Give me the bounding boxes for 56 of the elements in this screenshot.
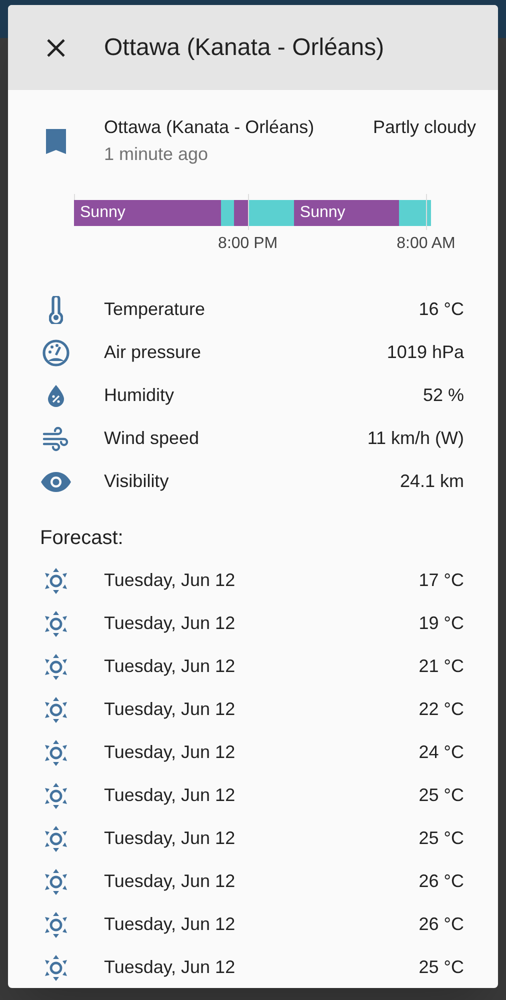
attribute-label: Visibility	[104, 470, 170, 493]
sun-icon	[44, 696, 68, 722]
eye-icon	[41, 472, 71, 492]
segment-label: Sunny	[80, 203, 126, 223]
dialog-title: Ottawa (Kanata - Orléans)	[104, 32, 384, 62]
attribute-value: 11 km/h (W)	[367, 427, 464, 450]
forecast-temperature: 25 °C	[418, 784, 464, 807]
water-drop-icon	[48, 384, 64, 406]
forecast-temperature: 26 °C	[418, 913, 464, 936]
forecast-temperature: 25 °C	[418, 956, 464, 979]
axis-label: 8:00 AM	[396, 234, 456, 254]
sun-icon	[44, 610, 68, 636]
forecast-temperature: 25 °C	[418, 827, 464, 850]
forecast-date: Tuesday, Jun 12	[104, 569, 236, 592]
attribute-label: Air pressure	[104, 341, 202, 364]
forecast-date: Tuesday, Jun 12	[104, 956, 236, 979]
forecast-date: Tuesday, Jun 12	[104, 913, 236, 936]
sun-icon	[44, 782, 68, 808]
forecast-date: Tuesday, Jun 12	[104, 612, 236, 635]
forecast-temperature: 24 °C	[418, 741, 464, 764]
location-name: Ottawa (Kanata - Orléans)	[104, 116, 316, 139]
forecast-date: Tuesday, Jun 12	[104, 870, 236, 893]
sun-icon	[44, 826, 68, 852]
sun-icon	[44, 912, 68, 938]
attribute-value: 52 %	[422, 384, 464, 407]
weather-condition: Partly cloudy	[372, 116, 476, 139]
sun-icon	[44, 654, 68, 680]
attribute-label: Humidity	[104, 384, 176, 407]
close-icon	[46, 38, 66, 58]
forecast-heading: Forecast:	[40, 526, 124, 550]
thermometer-icon	[49, 296, 63, 324]
forecast-date: Tuesday, Jun 12	[104, 698, 236, 721]
forecast-temperature: 21 °C	[418, 655, 464, 678]
forecast-temperature: 17 °C	[418, 569, 464, 592]
gauge-icon	[42, 338, 70, 366]
segment-label: Sunny	[300, 203, 346, 223]
bookmark-icon	[46, 129, 66, 154]
attribute-value: 24.1 km	[400, 470, 464, 493]
updated-time: 1 minute ago	[104, 143, 210, 166]
attribute-value: 16 °C	[418, 298, 464, 321]
sun-icon	[44, 868, 68, 894]
forecast-date: Tuesday, Jun 12	[104, 784, 236, 807]
attribute-value: 1019 hPa	[386, 341, 464, 364]
attribute-label: Wind speed	[104, 427, 200, 450]
forecast-date: Tuesday, Jun 12	[104, 827, 236, 850]
attribute-label: Temperature	[104, 298, 206, 321]
sun-icon	[44, 740, 68, 766]
wind-icon	[43, 426, 69, 452]
forecast-date: Tuesday, Jun 12	[104, 655, 236, 678]
forecast-date: Tuesday, Jun 12	[104, 741, 236, 764]
axis-label: 8:00 PM	[218, 234, 278, 254]
forecast-temperature: 26 °C	[418, 870, 464, 893]
forecast-temperature: 19 °C	[418, 612, 464, 635]
sun-icon	[44, 954, 68, 980]
sun-icon	[44, 568, 68, 594]
forecast-temperature: 22 °C	[418, 698, 464, 721]
